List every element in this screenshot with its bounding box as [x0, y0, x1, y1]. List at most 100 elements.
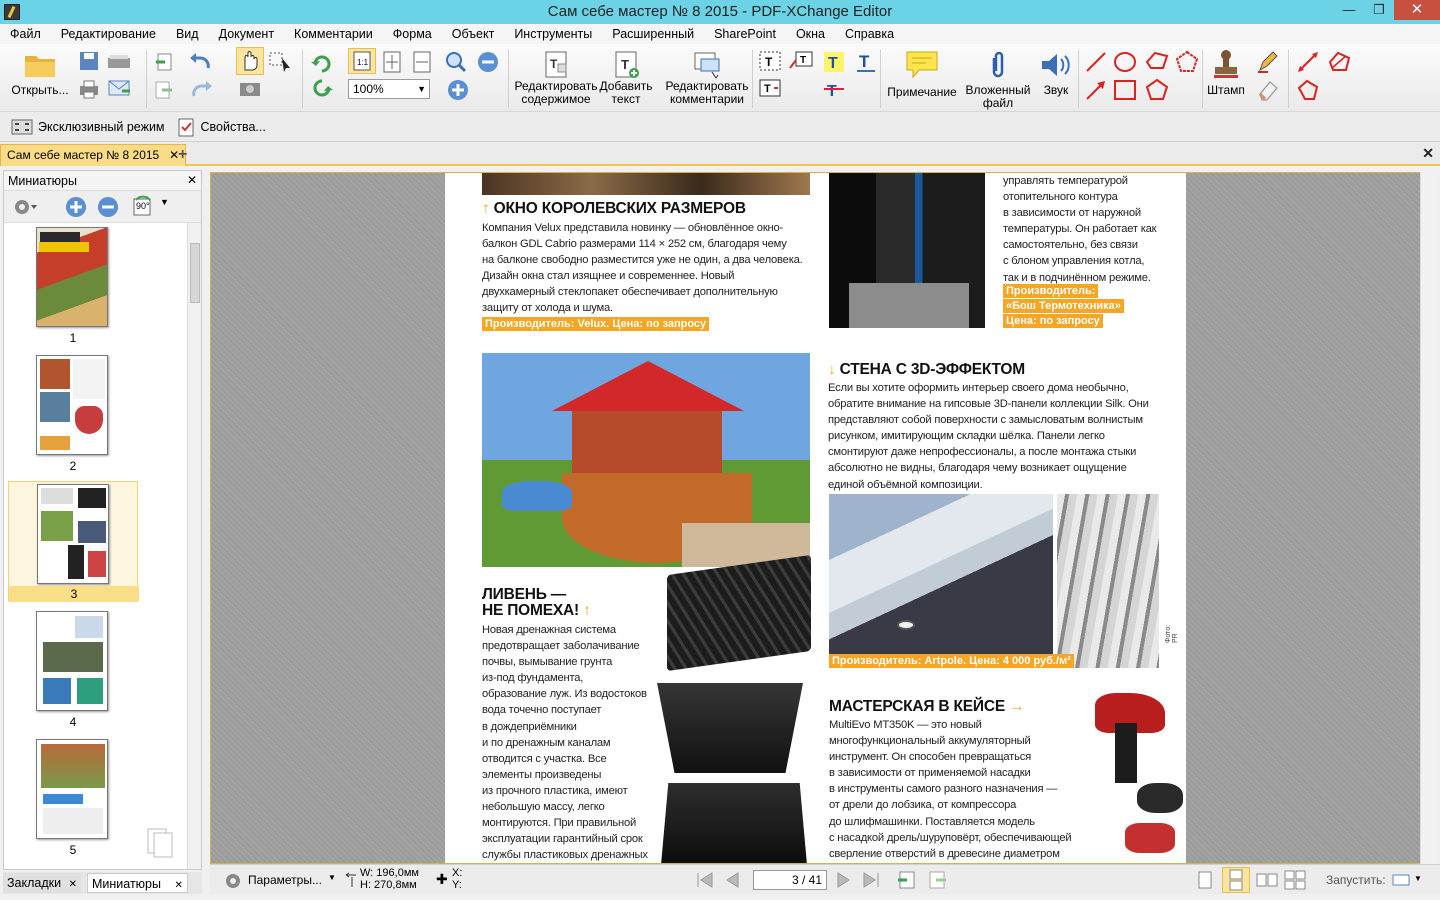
thumbnail-page-3[interactable]: 3 [8, 481, 139, 602]
launch-app-icon[interactable] [1392, 873, 1410, 887]
highlight-text-icon[interactable]: T [822, 50, 848, 74]
email-icon[interactable] [108, 78, 132, 98]
back-view-icon[interactable] [896, 870, 918, 890]
zoom-in-tool-icon[interactable] [444, 50, 468, 74]
tab-thumbnails[interactable]: Миниатюры ✕ [87, 873, 188, 893]
actual-size-button[interactable]: 1:1 [348, 48, 376, 74]
import-icon[interactable] [154, 52, 174, 72]
single-page-icon[interactable] [1194, 870, 1216, 890]
add-text-button[interactable]: T Добавить текст [598, 50, 654, 106]
prev-page-icon[interactable] [722, 870, 744, 890]
print-icon[interactable] [78, 78, 100, 100]
callout-icon[interactable]: T [788, 50, 814, 72]
pentagon-icon[interactable] [1144, 78, 1170, 102]
menu-object[interactable]: Объект [442, 24, 505, 44]
zoom-in-icon[interactable] [446, 78, 470, 102]
menu-comments[interactable]: Комментарии [284, 24, 383, 44]
thumb-zoom-in-icon[interactable] [64, 195, 88, 219]
close-all-tabs-icon[interactable]: ✕ [1422, 145, 1434, 162]
line-icon[interactable] [1084, 50, 1108, 74]
export-icon[interactable] [154, 80, 174, 100]
oval-icon[interactable] [1112, 50, 1138, 74]
thumb-zoom-out-icon[interactable] [96, 195, 120, 219]
edit-comments-button[interactable]: Редактировать комментарии [664, 50, 750, 106]
next-page-icon[interactable] [832, 870, 854, 890]
menu-file[interactable]: Файл [0, 24, 51, 44]
chevron-down-icon[interactable]: ▼ [160, 197, 169, 207]
undo-icon[interactable] [188, 52, 214, 72]
measure-distance-icon[interactable] [1296, 50, 1320, 74]
thumbnail-page-5[interactable]: 5 [8, 737, 138, 857]
tab-document[interactable]: Сам себе мастер № 8 2015 ✕ [0, 144, 187, 166]
thumbnail-page-1[interactable]: 1 [8, 225, 138, 345]
document-view[interactable]: ↑ ОКНО КОРОЛЕВСКИХ РАЗМЕРОВ Компания Vel… [210, 172, 1434, 864]
parameters-button[interactable]: Параметры... [248, 873, 322, 887]
tab-bookmarks[interactable]: Закладки ✕ [3, 873, 81, 893]
new-tab-icon[interactable]: + [178, 146, 187, 164]
continuous-facing-icon[interactable] [1284, 870, 1306, 890]
arrow-icon[interactable] [1084, 78, 1108, 102]
restore-button[interactable]: ❐ [1364, 0, 1394, 20]
measure-area-icon[interactable] [1326, 50, 1352, 74]
redo-icon[interactable] [188, 80, 214, 100]
scanner-icon[interactable] [106, 50, 132, 72]
fit-width-icon[interactable] [410, 50, 434, 74]
snapshot-icon[interactable] [238, 78, 262, 98]
open-button[interactable]: Открыть... [10, 50, 70, 97]
close-tab-icon[interactable]: ✕ [69, 879, 77, 890]
menu-sharepoint[interactable]: SharePoint [704, 24, 786, 44]
note-button[interactable]: Примечание [884, 50, 960, 99]
strikeout-text-icon[interactable]: T [822, 78, 848, 102]
exclusive-mode-button[interactable]: Эксклюзивный режим [10, 118, 165, 136]
document-scrollbar[interactable] [1420, 172, 1434, 864]
close-button[interactable]: ✕ [1394, 0, 1440, 20]
fit-page-icon[interactable] [380, 50, 404, 74]
rotate-ccw-icon[interactable] [310, 78, 334, 102]
rectangle-icon[interactable] [1112, 78, 1138, 102]
zoom-out-icon[interactable] [476, 50, 500, 74]
save-icon[interactable] [78, 50, 100, 72]
page-number-input[interactable]: 3 / 41 [753, 870, 827, 890]
menu-edit[interactable]: Редактирование [51, 24, 166, 44]
scroll-thumb[interactable] [190, 243, 200, 303]
close-tab-icon[interactable]: ✕ [174, 880, 182, 891]
rotate-thumbs-button[interactable]: 90° [130, 195, 156, 219]
cloud-icon[interactable] [1174, 50, 1200, 74]
stamp-button[interactable]: Штамп [1204, 48, 1248, 97]
edit-content-button[interactable]: T Редактировать содержимое [514, 50, 598, 106]
polygon-icon[interactable] [1144, 50, 1170, 74]
menu-windows[interactable]: Окна [786, 24, 835, 44]
last-page-icon[interactable] [860, 870, 882, 890]
thumbnail-page-2[interactable]: 2 [8, 353, 138, 473]
rotate-cw-icon[interactable] [310, 50, 334, 74]
underline-text-icon[interactable]: T [854, 50, 880, 74]
minimize-button[interactable]: — [1334, 0, 1364, 20]
text-box-icon[interactable]: T [758, 50, 782, 72]
zoom-select[interactable]: 100% ▼ [348, 79, 430, 99]
eraser-icon[interactable] [1256, 78, 1280, 102]
thumbnail-scrollbar[interactable] [187, 223, 201, 869]
hand-tool-button[interactable] [236, 47, 264, 75]
thumbnail-page-4[interactable]: 4 [8, 609, 138, 729]
continuous-page-button[interactable] [1222, 867, 1250, 893]
menu-form[interactable]: Форма [383, 24, 442, 44]
sound-button[interactable]: Звук [1036, 50, 1076, 97]
pencil-icon[interactable] [1256, 50, 1280, 74]
chevron-down-icon[interactable]: ▼ [1414, 874, 1422, 883]
measure-perimeter-icon[interactable] [1296, 78, 1320, 102]
chevron-down-icon[interactable]: ▼ [328, 873, 336, 882]
settings-gear-icon[interactable] [222, 871, 244, 891]
menu-tools[interactable]: Инструменты [504, 24, 602, 44]
facing-pages-icon[interactable] [1256, 870, 1278, 890]
file-attachment-button[interactable]: Вложенный файл [962, 50, 1034, 110]
close-panel-icon[interactable]: ✕ [187, 173, 197, 187]
forward-view-icon[interactable] [926, 870, 948, 890]
select-text-icon[interactable] [268, 50, 294, 74]
menu-advanced[interactable]: Расширенный [602, 24, 704, 44]
menu-help[interactable]: Справка [835, 24, 904, 44]
properties-button[interactable]: Свойства... [177, 117, 266, 137]
typewriter-icon[interactable]: T [758, 78, 782, 100]
pdf-page[interactable]: ↑ ОКНО КОРОЛЕВСКИХ РАЗМЕРОВ Компания Vel… [445, 173, 1186, 863]
menu-view[interactable]: Вид [166, 24, 209, 44]
gear-icon[interactable] [12, 197, 42, 217]
